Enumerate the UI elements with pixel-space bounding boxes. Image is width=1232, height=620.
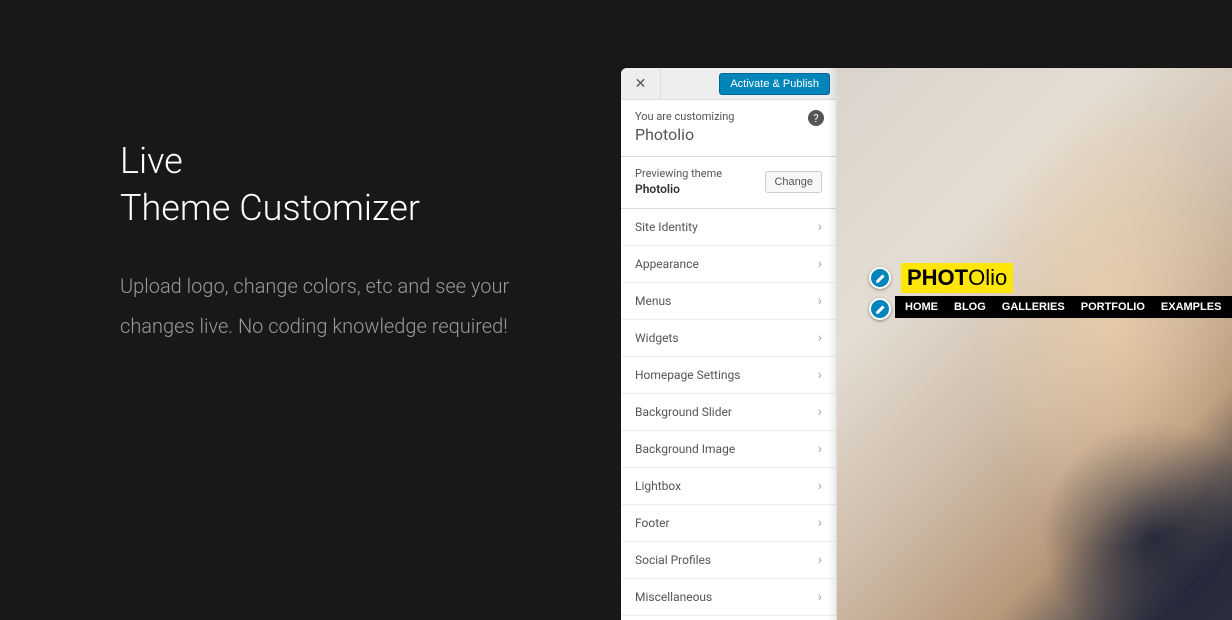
edit-logo-pin[interactable] (869, 267, 891, 289)
logo-thin: Olio (968, 265, 1007, 290)
section-menus[interactable]: Menus › (621, 283, 836, 320)
chevron-right-icon: › (818, 367, 822, 383)
publish-button[interactable]: Activate & Publish (719, 73, 830, 95)
section-label: Widgets (635, 331, 679, 345)
chevron-right-icon: › (818, 552, 822, 568)
pencil-icon (875, 273, 886, 284)
chevron-right-icon: › (818, 515, 822, 531)
section-label: Menus (635, 294, 671, 308)
theme-preview: PHOTOlio HOME BLOG GALLERIES PORTFOLIO E… (837, 68, 1232, 620)
chevron-right-icon: › (818, 256, 822, 272)
close-button[interactable]: ✕ (621, 68, 661, 100)
section-label: Homepage Settings (635, 368, 740, 382)
section-footer[interactable]: Footer › (621, 505, 836, 542)
chevron-right-icon: › (818, 441, 822, 457)
customizer-sidebar: ✕ Activate & Publish You are customizing… (621, 68, 837, 620)
promo-title-line1: Live (120, 140, 183, 182)
section-label: Social Profiles (635, 553, 711, 567)
nav-portfolio[interactable]: PORTFOLIO (1081, 301, 1145, 313)
section-site-identity[interactable]: Site Identity › (621, 209, 836, 246)
previewing-theme: Photolio (635, 182, 722, 196)
section-background-slider[interactable]: Background Slider › (621, 394, 836, 431)
customizing-label: You are customizing (635, 110, 822, 123)
site-navbar: HOME BLOG GALLERIES PORTFOLIO EXAMPLES C… (895, 296, 1232, 318)
chevron-right-icon: › (818, 478, 822, 494)
section-label: Miscellaneous (635, 590, 712, 604)
nav-home[interactable]: HOME (905, 301, 938, 313)
promo-text: Live Theme Customizer Upload logo, chang… (120, 138, 560, 346)
previewing-label: Previewing theme (635, 167, 722, 180)
site-logo[interactable]: PHOTOlio (901, 263, 1013, 293)
sections-list[interactable]: Site Identity › Appearance › Menus › Widget… (621, 209, 836, 620)
section-label: Background Slider (635, 405, 732, 419)
promo-title: Live Theme Customizer (120, 138, 560, 232)
promo-title-line2: Theme Customizer (120, 187, 420, 229)
customizer-window: ✕ Activate & Publish You are customizing… (621, 68, 1232, 620)
nav-blog[interactable]: BLOG (954, 301, 986, 313)
chevron-right-icon: › (818, 293, 822, 309)
promo-body: Upload logo, change colors, etc and see … (120, 266, 560, 346)
chevron-right-icon: › (818, 589, 822, 605)
section-label: Appearance (635, 257, 699, 271)
panel-header: ✕ Activate & Publish (621, 68, 836, 100)
section-homepage-settings[interactable]: Homepage Settings › (621, 357, 836, 394)
edit-nav-pin[interactable] (869, 298, 891, 320)
previewing-section: Previewing theme Photolio Change (621, 157, 836, 209)
section-label: Background Image (635, 442, 735, 456)
theme-name: Photolio (635, 125, 822, 144)
nav-galleries[interactable]: GALLERIES (1002, 301, 1065, 313)
customizing-section: You are customizing Photolio ? (621, 100, 836, 157)
chevron-right-icon: › (818, 404, 822, 420)
help-icon[interactable]: ? (808, 110, 824, 126)
section-label: Lightbox (635, 479, 681, 493)
chevron-right-icon: › (818, 219, 822, 235)
chevron-right-icon: › (818, 330, 822, 346)
close-icon: ✕ (635, 76, 647, 92)
section-label: Site Identity (635, 220, 698, 234)
logo-bold: PHOT (907, 265, 968, 290)
section-lightbox[interactable]: Lightbox › (621, 468, 836, 505)
nav-examples[interactable]: EXAMPLES (1161, 301, 1222, 313)
change-button[interactable]: Change (765, 171, 822, 193)
section-label: Footer (635, 516, 670, 530)
pencil-icon (875, 304, 886, 315)
section-background-image[interactable]: Background Image › (621, 431, 836, 468)
section-widgets[interactable]: Widgets › (621, 320, 836, 357)
section-appearance[interactable]: Appearance › (621, 246, 836, 283)
section-social-profiles[interactable]: Social Profiles › (621, 542, 836, 579)
section-miscellaneous[interactable]: Miscellaneous › (621, 579, 836, 616)
